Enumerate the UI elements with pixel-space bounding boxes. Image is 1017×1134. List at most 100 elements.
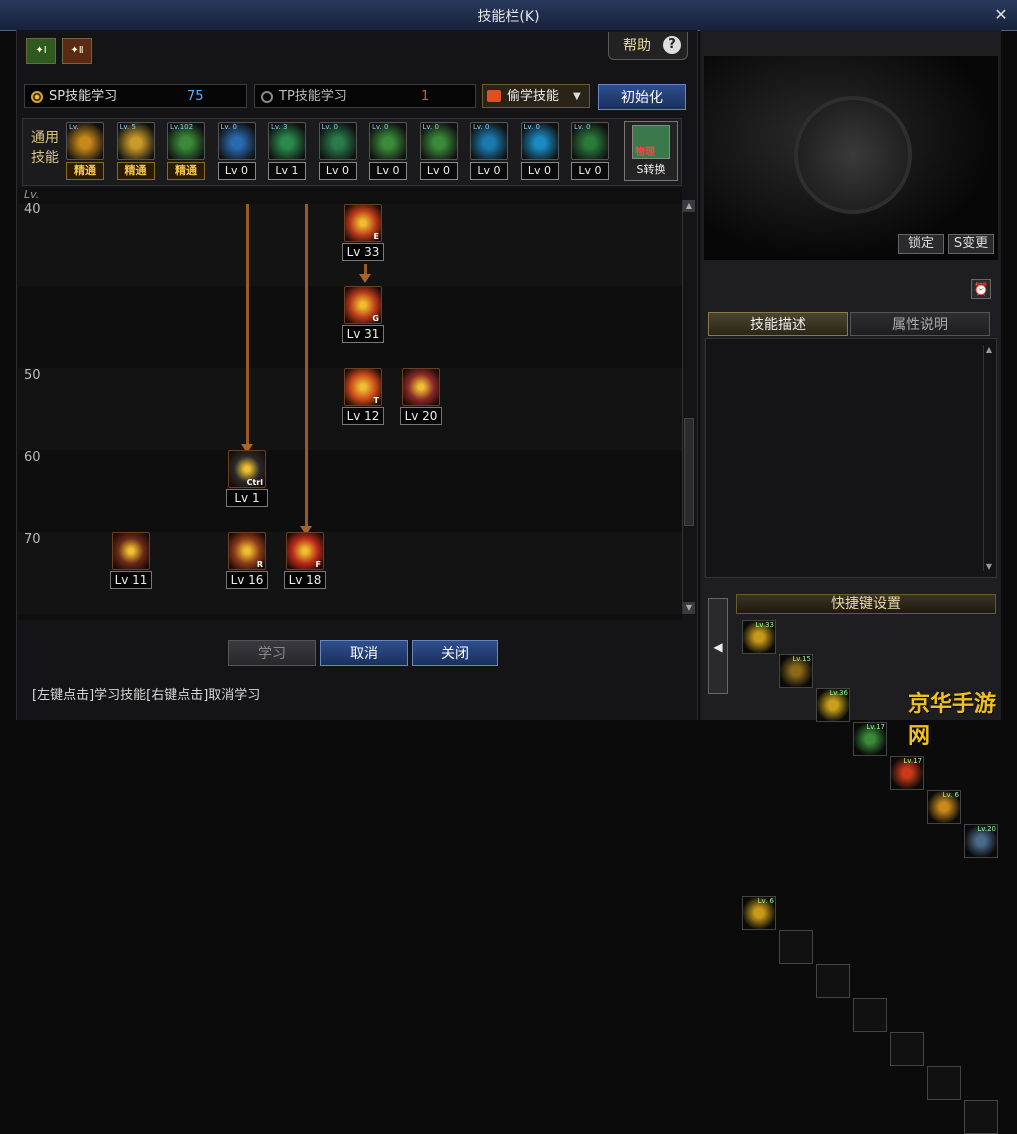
tree-skill-caption: Lv 20	[400, 407, 442, 425]
tree-skill-slot[interactable]: T Lv 12	[342, 368, 384, 426]
title-bar: 技能栏(K)	[0, 0, 1017, 31]
steal-skill-dropdown[interactable]: 偷学技能 ▼	[482, 84, 590, 108]
general-skill-icon: Lv. 0	[520, 122, 559, 160]
cancel-button[interactable]: 取消	[320, 640, 408, 666]
quickslot-title: 快捷键设置	[736, 594, 996, 614]
general-skill-slot[interactable]: Lv. 0 Lv 0	[419, 122, 460, 184]
skill-level-tag: Lv. 0	[473, 123, 490, 131]
prerequisite-arrow	[305, 204, 308, 528]
level-60-label: 60	[24, 450, 41, 465]
quickslot-level-tag: Lv. 6	[757, 897, 774, 905]
skill-level-tag: Lv. 3	[271, 123, 288, 131]
quickslot[interactable]	[853, 998, 887, 1032]
quickslot[interactable]	[890, 1032, 924, 1066]
skill-level-tag: Lv. 0	[523, 123, 540, 131]
quickslot[interactable]: Lv.20	[964, 824, 998, 858]
quickslot[interactable]: Lv.15	[779, 654, 813, 688]
tree-skill-icon	[402, 368, 440, 406]
tree-skill-icon: F	[286, 532, 324, 570]
general-skill-icon: Lv. 5	[116, 122, 155, 160]
general-skill-slot[interactable]: Lv. 0 Lv 0	[217, 122, 258, 184]
tree-skill-icon: T	[344, 368, 382, 406]
tree-skill-slot[interactable]: Lv 11	[110, 532, 152, 590]
tab-skill-description[interactable]: 技能描述	[708, 312, 848, 336]
sp-label: SP技能学习	[49, 89, 118, 104]
arrow-head-icon	[359, 274, 371, 283]
general-skill-icon: Lv. 0	[419, 122, 458, 160]
quickslot[interactable]: Lv.17	[890, 756, 924, 790]
tab-skill-page-1[interactable]: ✦Ⅰ	[26, 38, 56, 64]
general-skill-icon: Lv.102	[167, 122, 205, 160]
chevron-down-icon: ▼	[573, 91, 581, 102]
learn-button[interactable]: 学习	[228, 640, 316, 666]
quickslot[interactable]: Lv.33	[742, 620, 776, 654]
general-skill-slot[interactable]: Lv. 精通	[66, 122, 106, 184]
reset-button[interactable]: 初始化	[598, 84, 686, 110]
skill-level-tag: Lv. 0	[372, 123, 389, 131]
general-skill-caption: Lv 0	[419, 162, 458, 180]
general-skill-icon: Lv. 0	[571, 122, 609, 160]
quickslot-level-tag: Lv.17	[866, 723, 885, 731]
close-button[interactable]: 关闭	[412, 640, 498, 666]
general-skill-caption: 精通	[116, 162, 155, 180]
tree-skill-slot[interactable]: Ctrl Lv 1	[226, 450, 268, 508]
quickslot[interactable]: Lv. 6	[927, 790, 961, 824]
quickslot[interactable]: Lv. 6	[742, 896, 776, 930]
help-button[interactable]: 帮助 ?	[608, 32, 688, 60]
general-skill-slot[interactable]: Lv. 0 Lv 0	[369, 122, 409, 184]
general-skill-slot[interactable]: Lv. 0 Lv 0	[571, 122, 611, 184]
scroll-down-icon[interactable]: ▼	[683, 602, 695, 614]
convert-button[interactable]: 物理 S转换	[624, 121, 678, 181]
scroll-down-icon[interactable]: ▼	[984, 562, 994, 571]
sp-radio-icon	[31, 90, 43, 103]
tree-skill-icon: G	[344, 286, 382, 324]
general-skill-slot[interactable]: Lv.102 精通	[167, 122, 207, 184]
close-icon[interactable]: ✕	[991, 5, 1011, 25]
tab-skill-page-2[interactable]: ✦Ⅱ	[62, 38, 92, 64]
convert-label: S转换	[636, 163, 666, 176]
tree-band	[18, 450, 682, 532]
tab-attribute-description[interactable]: 属性说明	[850, 312, 990, 336]
change-button[interactable]: S变更	[948, 234, 994, 254]
sp-learn-field[interactable]: SP技能学习 75	[24, 84, 247, 108]
tree-scrollbar[interactable]: ▲ ▼	[682, 200, 695, 614]
tp-learn-field[interactable]: TP技能学习 1	[254, 84, 476, 108]
scroll-up-icon[interactable]: ▲	[683, 200, 695, 212]
physical-tag: 物理	[635, 147, 655, 158]
general-skill-caption: Lv 0	[217, 162, 256, 180]
level-40-label: 40	[24, 202, 41, 217]
general-skill-slot[interactable]: Lv. 0 Lv 0	[470, 122, 510, 184]
general-skill-icon: Lv. 0	[470, 122, 508, 160]
skill-level-tag: Lv. 5	[119, 123, 136, 131]
tree-skill-slot[interactable]: E Lv 33	[342, 204, 384, 262]
steal-skill-icon	[487, 90, 501, 102]
quickslot[interactable]: Lv.36	[816, 688, 850, 722]
quickslot-prev-icon[interactable]: ◀	[708, 598, 728, 694]
general-skill-slot[interactable]: Lv. 5 精通	[116, 122, 157, 184]
general-skill-slot[interactable]: Lv. 0 Lv 0	[520, 122, 561, 184]
general-skill-slot[interactable]: Lv. 0 Lv 0	[318, 122, 359, 184]
level-50-label: 50	[24, 368, 41, 383]
alarm-clock-icon[interactable]: ⏰	[971, 279, 991, 299]
scroll-up-icon[interactable]: ▲	[984, 345, 994, 354]
window-title: 技能栏(K)	[477, 9, 540, 25]
quickslot-level-tag: Lv.33	[755, 621, 774, 629]
quickslot[interactable]	[927, 1066, 961, 1100]
tree-skill-caption: Lv 16	[226, 571, 268, 589]
quickslot[interactable]: Lv.17	[853, 722, 887, 756]
quickslot[interactable]	[779, 930, 813, 964]
general-skills-label: 通用技能	[31, 130, 59, 166]
dnf-logo-emblem	[794, 96, 912, 214]
skill-level-tag: Lv.	[69, 123, 79, 131]
quickslot[interactable]	[816, 964, 850, 998]
tree-skill-slot[interactable]: R Lv 16	[226, 532, 268, 590]
skill-tree[interactable]: Lv. 40 50 60 70 E Lv 33 G Lv 31 T Lv 12 Lv 20 C…	[18, 188, 682, 620]
general-skill-slot[interactable]: Lv. 3 Lv 1	[268, 122, 308, 184]
scroll-thumb[interactable]	[684, 418, 694, 526]
quickslot[interactable]	[964, 1100, 998, 1134]
description-scrollbar[interactable]: ▲ ▼	[983, 345, 994, 571]
tree-skill-slot[interactable]: G Lv 31	[342, 286, 384, 344]
tree-skill-slot[interactable]: F Lv 18	[284, 532, 326, 590]
tree-skill-slot[interactable]: Lv 20	[400, 368, 442, 426]
lock-button[interactable]: 锁定	[898, 234, 944, 254]
